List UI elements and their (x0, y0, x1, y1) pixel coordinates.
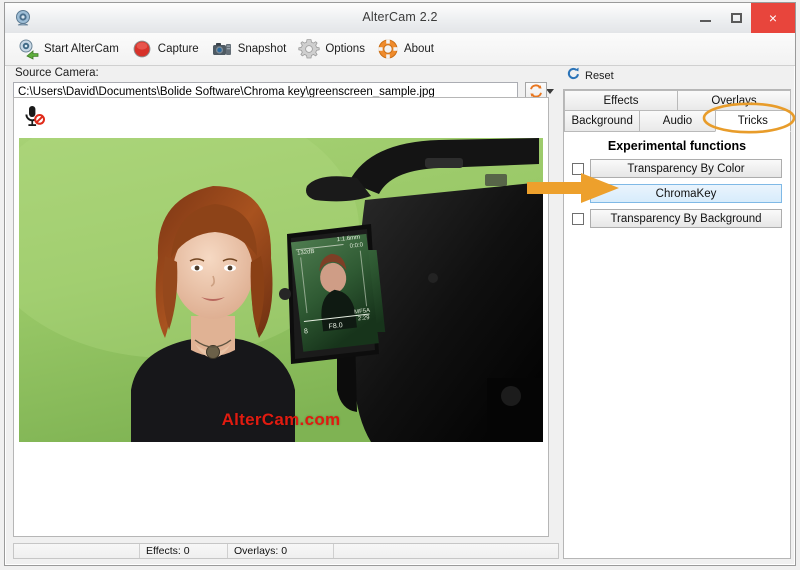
tab-background[interactable]: Background (564, 111, 641, 132)
tab-effects[interactable]: Effects (564, 90, 678, 111)
about-button[interactable]: About (375, 35, 442, 63)
video-frame: 132dB 0:0:0 1:1.6mm MF5A 2:29 F8.0 8 Alt… (19, 138, 543, 442)
video-preview-panel: 132dB 0:0:0 1:1.6mm MF5A 2:29 F8.0 8 Alt… (13, 97, 549, 537)
tab-overlays[interactable]: Overlays (677, 90, 791, 111)
camera-lcd-screen: 132dB 0:0:0 1:1.6mm MF5A 2:29 F8.0 8 (279, 224, 387, 364)
greenscreen-scene: 132dB 0:0:0 1:1.6mm MF5A 2:29 F8.0 8 (19, 138, 543, 442)
function-row-chromakey: ChromaKey (564, 184, 790, 203)
checkbox-chromakey-placeholder (572, 188, 584, 200)
main-window: AlterCam 2.2 × Start AlterCam Capture Sn… (4, 2, 796, 566)
status-effects-count: Effects: 0 (140, 544, 228, 558)
title-bar: AlterCam 2.2 × (5, 3, 795, 34)
status-cell-0 (14, 544, 140, 558)
tab-strip: Effects Overlays Background Audio Tricks (564, 90, 791, 132)
start-altercam-icon (17, 38, 39, 60)
chromakey-button[interactable]: ChromaKey (590, 184, 782, 203)
record-icon (131, 38, 153, 60)
tricks-panel: Effects Overlays Background Audio Tricks… (563, 89, 791, 559)
reset-label: Reset (585, 70, 614, 82)
maximize-button[interactable] (721, 3, 751, 33)
left-pane: Source Camera: C:\Users\David\Documents\… (13, 67, 559, 559)
reset-button[interactable]: Reset (567, 67, 791, 85)
options-button[interactable]: Options (296, 35, 373, 63)
checkbox-transparency-by-background[interactable] (572, 212, 584, 225)
close-button[interactable]: × (751, 3, 795, 33)
start-altercam-label: Start AlterCam (44, 43, 119, 55)
capture-button[interactable]: Capture (129, 35, 207, 63)
camera-icon (211, 38, 233, 60)
right-pane: Reset Effects Overlays Background Audio … (563, 67, 791, 559)
status-cell-3 (334, 544, 558, 558)
options-label: Options (325, 43, 365, 55)
lifebuoy-icon (377, 38, 399, 60)
chevron-down-icon (546, 89, 554, 94)
gear-icon (298, 38, 320, 60)
toolbar: Start AlterCam Capture Snapshot Options … (5, 33, 795, 66)
microphone-muted-icon[interactable] (22, 104, 48, 130)
tab-audio[interactable]: Audio (639, 111, 716, 132)
tab-row-1: Effects Overlays (564, 90, 791, 111)
experimental-functions-heading: Experimental functions (607, 139, 747, 153)
watermark-text: AlterCam.com (221, 410, 341, 429)
function-row-transparency-by-color: Transparency By Color (564, 159, 790, 178)
minimize-button[interactable] (689, 3, 721, 33)
minimize-icon (699, 20, 711, 22)
status-overlays-count: Overlays: 0 (228, 544, 334, 558)
start-altercam-button[interactable]: Start AlterCam (15, 35, 127, 63)
snapshot-button[interactable]: Snapshot (209, 35, 295, 63)
about-label: About (403, 43, 435, 55)
window-controls: × (689, 3, 795, 33)
snapshot-label: Snapshot (237, 43, 287, 55)
function-row-transparency-by-background: Transparency By Background (564, 209, 790, 228)
checkbox-transparency-by-color[interactable] (572, 162, 584, 175)
tab-tricks[interactable]: Tricks (714, 111, 791, 132)
tab-row-2: Background Audio Tricks (564, 111, 791, 132)
transparency-by-background-button[interactable]: Transparency By Background (590, 209, 782, 228)
source-camera-label: Source Camera: (15, 67, 99, 79)
transparency-by-color-button[interactable]: Transparency By Color (590, 159, 782, 178)
application-root: AlterCam 2.2 × Start AlterCam Capture Sn… (0, 0, 800, 570)
maximize-icon (730, 13, 742, 23)
tricks-tab-content: Experimental functions Transparency By C… (564, 132, 790, 558)
reset-icon (567, 67, 580, 85)
capture-label: Capture (157, 43, 199, 55)
status-bar: Effects: 0 Overlays: 0 (13, 543, 559, 559)
window-title: AlterCam 2.2 (362, 10, 438, 24)
